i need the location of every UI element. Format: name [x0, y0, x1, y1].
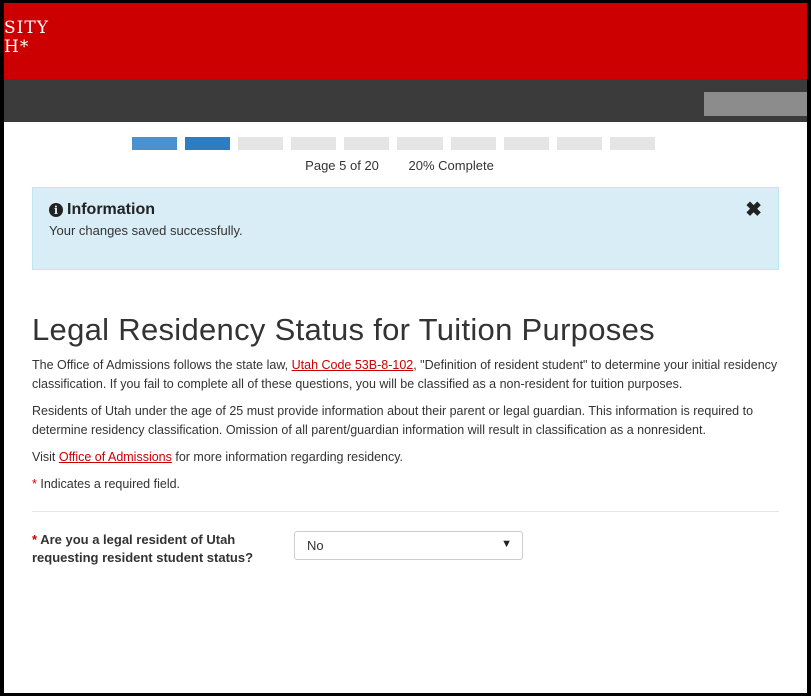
info-alert: i Information Your changes saved success…	[32, 187, 779, 270]
required-note-text: Indicates a required field.	[36, 477, 181, 491]
progress-segment-pending	[609, 137, 663, 150]
progress-segment-pending	[450, 137, 504, 150]
progress-bar	[132, 137, 663, 150]
browser-frame: SITY H* Page 5 of 20 20% Complete i Info…	[4, 3, 807, 693]
page-count: Page 5 of 20	[305, 158, 379, 173]
progress-segment-pending	[344, 137, 398, 150]
progress-text: Page 5 of 20 20% Complete	[26, 158, 773, 173]
visit-paragraph: Visit Office of Admissions for more info…	[32, 448, 779, 467]
progress-segment-pending	[291, 137, 345, 150]
progress-segment-pending	[238, 137, 292, 150]
logo-line-2: H*	[4, 37, 30, 57]
logo-line-1: SITY	[4, 18, 49, 38]
page-title: Legal Residency Status for Tuition Purpo…	[32, 312, 655, 347]
visit-text-before: Visit	[32, 450, 59, 464]
residency-question-label: * Are you a legal resident of Utah reque…	[32, 531, 265, 567]
residency-question-text: Are you a legal resident of Utah request…	[32, 532, 254, 565]
residents-paragraph: Residents of Utah under the age of 25 mu…	[32, 404, 754, 437]
main-content: Page 5 of 20 20% Complete i Information …	[4, 137, 807, 567]
caret-down-icon: ▼	[501, 538, 512, 550]
alert-message: Your changes saved successfully.	[49, 223, 243, 238]
intro-paragraph: The Office of Admissions follows the sta…	[32, 356, 779, 394]
required-note: * Indicates a required field.	[32, 475, 779, 494]
university-logo[interactable]: SITY H*	[4, 19, 49, 57]
percent-complete: 20% Complete	[408, 158, 494, 173]
info-icon: i	[49, 203, 63, 217]
residency-select-value: No	[307, 538, 324, 553]
progress-segment-complete	[185, 137, 239, 150]
alert-title-text: Information	[67, 201, 155, 218]
residency-question-row: * Are you a legal resident of Utah reque…	[32, 531, 779, 567]
progress-segment-pending	[503, 137, 557, 150]
intro-text-before: The Office of Admissions follows the sta…	[32, 358, 292, 372]
brand-header: SITY H*	[4, 3, 807, 79]
office-of-admissions-link[interactable]: Office of Admissions	[59, 450, 172, 464]
nav-bar	[4, 79, 807, 122]
close-icon[interactable]: ✖	[745, 200, 762, 220]
divider	[32, 511, 779, 512]
nav-search-box[interactable]	[704, 92, 807, 116]
utah-code-link[interactable]: Utah Code 53B-8-102	[292, 358, 414, 372]
residency-select[interactable]: No ▼	[294, 531, 523, 560]
visit-text-after: for more information regarding residency…	[171, 450, 404, 464]
alert-title: i Information	[49, 201, 762, 219]
progress-segment-complete	[132, 137, 186, 150]
progress-segment-pending	[397, 137, 451, 150]
progress-segment-pending	[556, 137, 610, 150]
